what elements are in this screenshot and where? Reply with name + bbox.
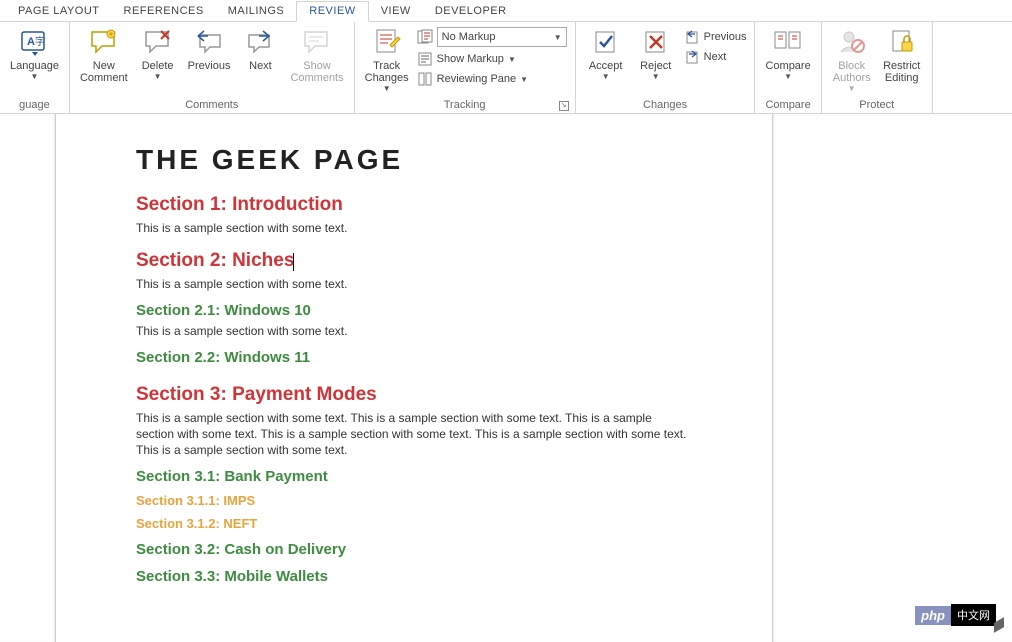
language-button[interactable]: A字 Language ▼ [6, 24, 63, 83]
heading-section-3-1-1: Section 3.1.1: IMPS [136, 493, 692, 508]
previous-change-icon [684, 29, 700, 45]
svg-text:字: 字 [35, 35, 45, 48]
heading-section-3-1: Section 3.1: Bank Payment [136, 468, 692, 485]
chevron-down-icon: ▼ [508, 55, 516, 64]
accept-button[interactable]: Accept ▼ [582, 24, 630, 83]
compare-button[interactable]: Compare ▼ [761, 24, 814, 83]
previous-comment-icon [193, 26, 225, 58]
chevron-down-icon: ▼ [652, 72, 660, 81]
cn-label: 中文网 [951, 604, 996, 626]
group-label-changes: Changes [582, 99, 749, 113]
tab-page-layout[interactable]: PAGE LAYOUT [6, 2, 112, 21]
tab-developer[interactable]: DEVELOPER [423, 2, 519, 21]
previous-change-button[interactable]: Previous [682, 28, 749, 46]
ribbon: A字 Language ▼ guage New Comment Delete ▼… [0, 22, 1012, 114]
new-comment-button[interactable]: New Comment [76, 24, 132, 86]
delete-comment-icon [142, 26, 174, 58]
previous-comment-button[interactable]: Previous [184, 24, 235, 74]
heading-section-2-2: Section 2.2: Windows 11 [136, 349, 692, 366]
next-change-icon [684, 49, 700, 65]
group-label-protect: Protect [828, 99, 926, 113]
markup-dropdown[interactable]: No Markup ▼ [437, 27, 567, 47]
php-logo: php [915, 606, 951, 625]
reviewing-pane-button[interactable]: Reviewing Pane ▼ [415, 70, 569, 88]
block-authors-icon [836, 26, 868, 58]
heading-section-1: Section 1: Introduction [136, 194, 692, 216]
svg-text:A: A [27, 36, 35, 48]
group-label-language: guage [6, 99, 63, 113]
heading-section-2-1: Section 2.1: Windows 10 [136, 302, 692, 319]
display-for-review-row: No Markup ▼ [415, 26, 569, 48]
chevron-down-icon: ▼ [848, 84, 856, 93]
tab-mailings[interactable]: MAILINGS [216, 2, 297, 21]
heading-section-3: Section 3: Payment Modes [136, 384, 692, 406]
compare-icon [772, 26, 804, 58]
show-comments-button: Show Comments [286, 24, 347, 86]
chevron-down-icon: ▼ [31, 72, 39, 81]
doc-title: THE GEEK PAGE [136, 144, 692, 176]
heading-section-3-2: Section 3.2: Cash on Delivery [136, 541, 692, 558]
chevron-down-icon: ▼ [602, 72, 610, 81]
ribbon-tabs: PAGE LAYOUT REFERENCES MAILINGS REVIEW V… [0, 0, 1012, 22]
next-comment-icon [244, 26, 276, 58]
restrict-editing-button[interactable]: Restrict Editing [878, 24, 926, 86]
group-label-comments: Comments [76, 99, 348, 113]
reviewing-pane-icon [417, 71, 433, 87]
next-change-button[interactable]: Next [682, 48, 749, 66]
track-changes-button[interactable]: Track Changes ▼ [361, 24, 413, 95]
markup-display-icon [417, 29, 433, 45]
group-label-tracking: Tracking↘ [361, 99, 569, 113]
next-comment-button[interactable]: Next [236, 24, 284, 74]
tab-view[interactable]: VIEW [369, 2, 423, 21]
restrict-editing-icon [886, 26, 918, 58]
watermark-badge: php 中文网 [915, 604, 1004, 626]
chevron-down-icon: ▼ [784, 72, 792, 81]
chevron-down-icon: ▼ [383, 84, 391, 93]
heading-section-2: Section 2: Niches [136, 250, 692, 272]
body-text: This is a sample section with some text. [136, 323, 692, 339]
new-comment-icon [88, 26, 120, 58]
delete-comment-button[interactable]: Delete ▼ [134, 24, 182, 83]
reject-button[interactable]: Reject ▼ [632, 24, 680, 83]
document-page[interactable]: THE GEEK PAGE Section 1: Introduction Th… [56, 114, 772, 642]
chevron-down-icon: ▼ [154, 72, 162, 81]
body-text: This is a sample section with some text. [136, 276, 692, 292]
chevron-down-icon: ▼ [554, 33, 562, 42]
show-markup-icon [417, 51, 433, 67]
chevron-down-icon: ▼ [520, 75, 528, 84]
language-icon: A字 [18, 26, 50, 58]
page-gutter-left [0, 114, 56, 642]
track-changes-icon [371, 26, 403, 58]
show-markup-button[interactable]: Show Markup ▼ [415, 50, 569, 68]
dialog-launcher-icon[interactable]: ↘ [559, 101, 569, 111]
tab-references[interactable]: REFERENCES [112, 2, 216, 21]
reject-icon [640, 26, 672, 58]
accept-icon [590, 26, 622, 58]
heading-section-3-1-2: Section 3.1.2: NEFT [136, 516, 692, 531]
show-comments-icon [301, 26, 333, 58]
document-area: THE GEEK PAGE Section 1: Introduction Th… [0, 114, 1012, 642]
block-authors-button: Block Authors ▼ [828, 24, 876, 95]
heading-section-3-3: Section 3.3: Mobile Wallets [136, 568, 692, 585]
group-label-compare: Compare [761, 99, 814, 113]
page-gutter-right [772, 114, 1012, 642]
body-text: This is a sample section with some text.… [136, 410, 692, 458]
body-text: This is a sample section with some text. [136, 220, 692, 236]
text-cursor [293, 253, 294, 271]
tab-review[interactable]: REVIEW [296, 1, 368, 22]
